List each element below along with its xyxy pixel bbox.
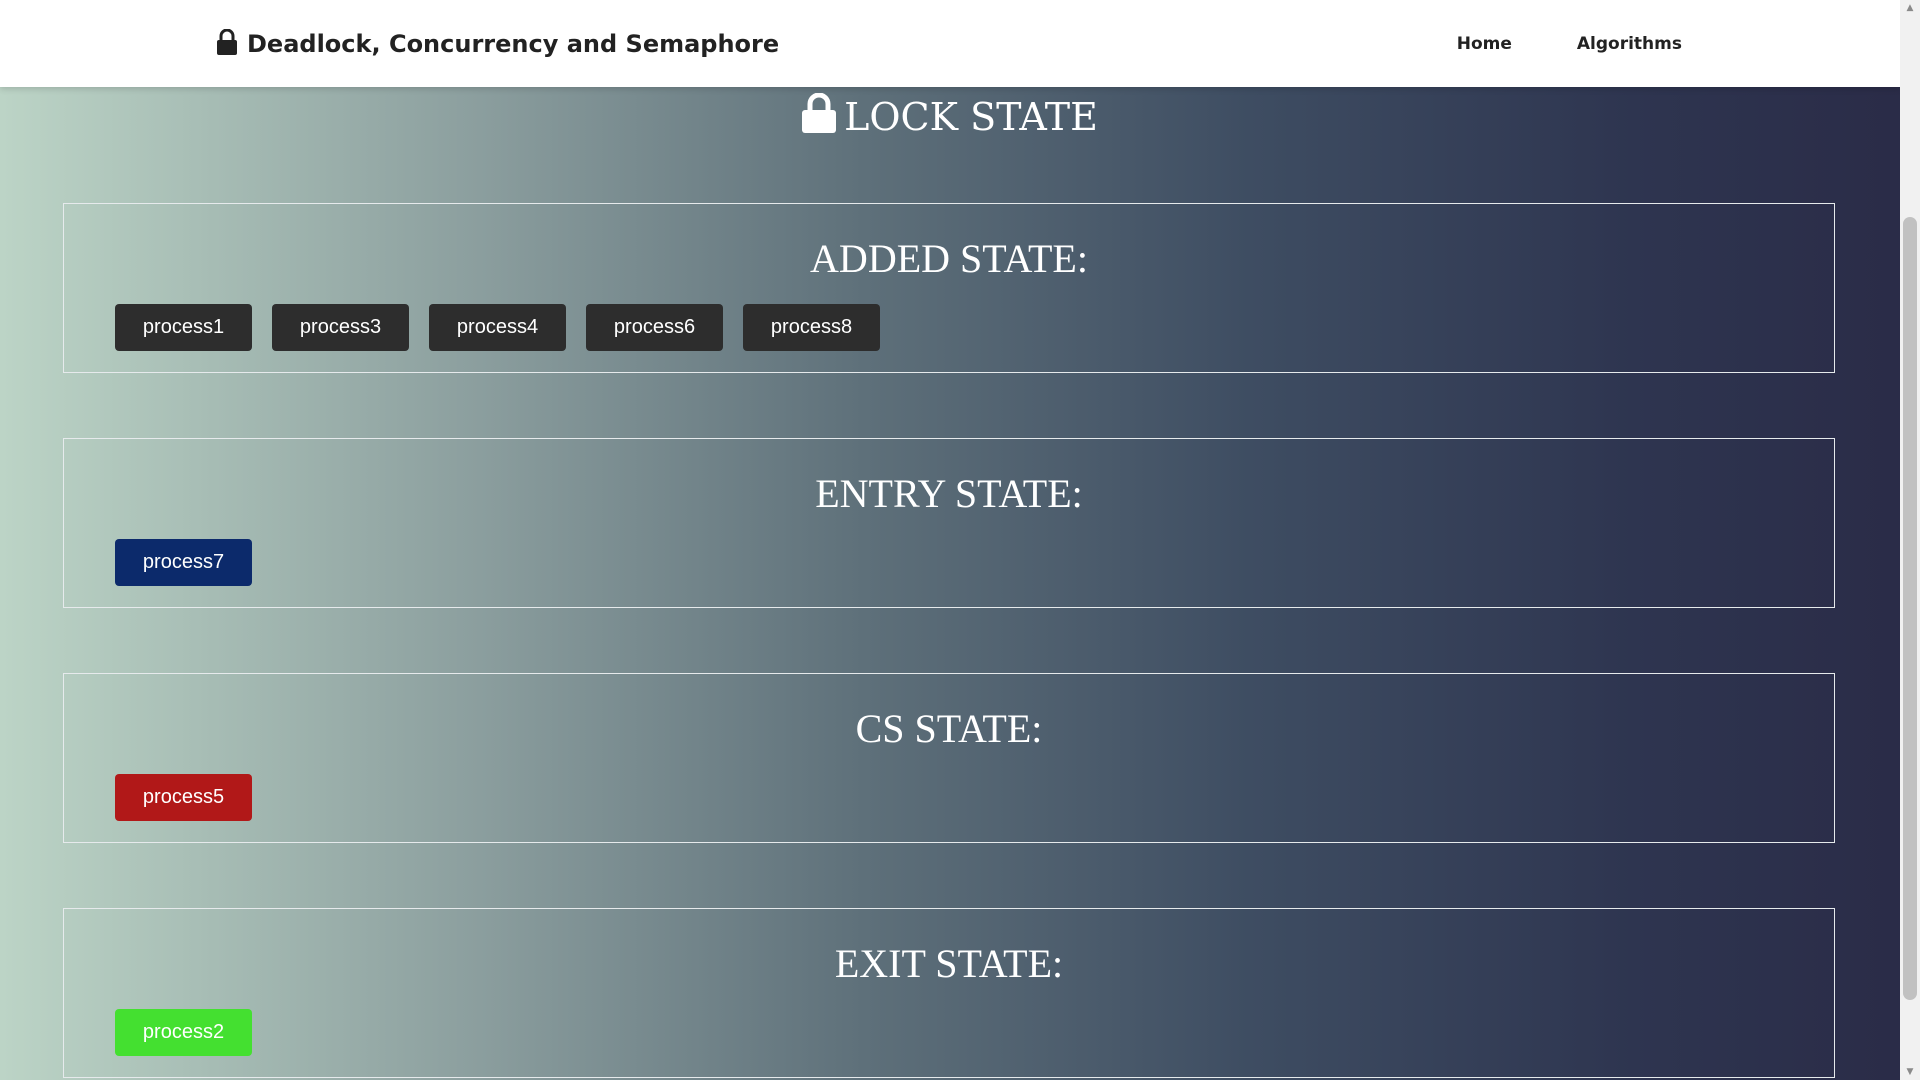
- nav-link-algorithms[interactable]: Algorithms: [1577, 34, 1682, 54]
- exit-state-panel: EXIT STATE: process2: [63, 908, 1835, 1078]
- scroll-down-arrow-icon[interactable]: ▼: [1900, 1064, 1920, 1080]
- page-title-text: LOCK STATE: [844, 95, 1098, 139]
- cs-state-panel: CS STATE: process5: [63, 673, 1835, 843]
- nav-link-home[interactable]: Home: [1457, 34, 1512, 54]
- lock-icon: [217, 28, 237, 59]
- process-button[interactable]: process4: [429, 304, 566, 351]
- process-button[interactable]: process8: [743, 304, 880, 351]
- process-button[interactable]: process5: [115, 774, 252, 821]
- brand[interactable]: Deadlock, Concurrency and Semaphore: [217, 0, 779, 87]
- lock-icon: [802, 92, 837, 142]
- cs-state-process-list: process5: [115, 774, 252, 821]
- process-button[interactable]: process7: [115, 539, 252, 586]
- exit-state-process-list: process2: [115, 1009, 252, 1056]
- brand-title: Deadlock, Concurrency and Semaphore: [247, 29, 780, 58]
- exit-state-title: EXIT STATE:: [834, 941, 1064, 986]
- scroll-up-arrow-icon[interactable]: ▲: [1900, 0, 1920, 16]
- page-title: LOCK STATE: [0, 92, 1900, 142]
- nav-links: Home Algorithms: [1457, 0, 1682, 87]
- added-state-title: ADDED STATE:: [810, 236, 1088, 281]
- scrollbar-thumb[interactable]: [1903, 217, 1917, 1000]
- entry-state-panel: ENTRY STATE: process7: [63, 438, 1835, 608]
- entry-state-process-list: process7: [115, 539, 252, 586]
- added-state-process-list: process1 process3 process4 process6 proc…: [115, 304, 880, 351]
- process-button[interactable]: process2: [115, 1009, 252, 1056]
- process-button[interactable]: process1: [115, 304, 252, 351]
- navbar: Deadlock, Concurrency and Semaphore Home…: [0, 0, 1900, 87]
- added-state-panel: ADDED STATE: process1 process3 process4 …: [63, 203, 1835, 373]
- process-button[interactable]: process6: [586, 304, 723, 351]
- cs-state-title: CS STATE:: [855, 706, 1043, 751]
- entry-state-title: ENTRY STATE:: [815, 471, 1083, 516]
- process-button[interactable]: process3: [272, 304, 409, 351]
- vertical-scrollbar[interactable]: ▲ ▼: [1900, 0, 1920, 1080]
